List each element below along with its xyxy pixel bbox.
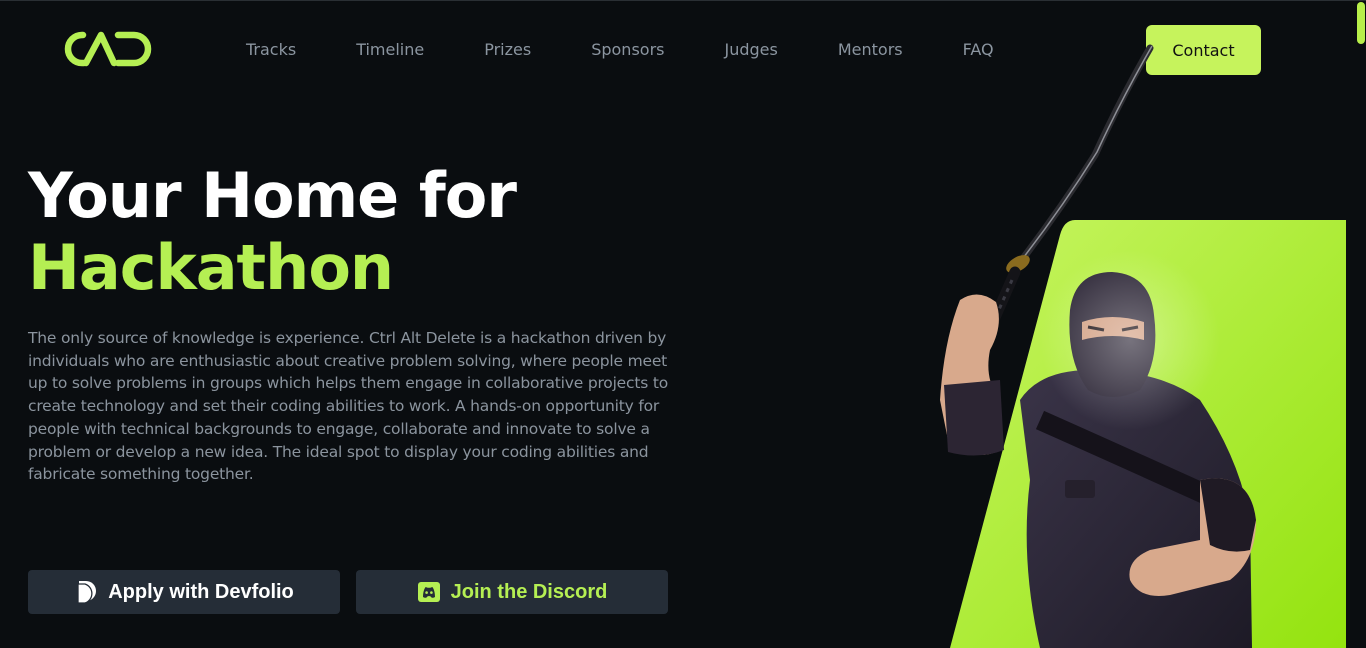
join-discord-button[interactable]: Join the Discord [356, 570, 668, 614]
hero-title-line1: Your Home for [28, 159, 517, 232]
nav-prizes[interactable]: Prizes [484, 40, 531, 59]
nav-sponsors[interactable]: Sponsors [591, 40, 664, 59]
apply-devfolio-button[interactable]: Apply with Devfolio [28, 570, 340, 614]
devfolio-icon [74, 580, 98, 604]
hero-title-line2: Hackathon [28, 231, 394, 304]
nav-judges[interactable]: Judges [724, 40, 777, 59]
window-top-border [0, 0, 1366, 1]
scrollbar-thumb[interactable] [1357, 2, 1365, 44]
discord-icon [417, 581, 441, 603]
nav-mentors[interactable]: Mentors [838, 40, 903, 59]
logo-icon [64, 31, 152, 67]
join-discord-label: Join the Discord [450, 580, 608, 603]
apply-devfolio-label: Apply with Devfolio [108, 580, 294, 603]
hero-title: Your Home for Hackathon [28, 159, 517, 304]
landing-page: Tracks Timeline Prizes Sponsors Judges M… [0, 0, 1366, 648]
ctrl-alt-delete-logo[interactable] [64, 30, 154, 68]
hero-description: The only source of knowledge is experien… [28, 329, 668, 484]
ninja-with-katana-illustration [900, 40, 1366, 648]
nav-timeline[interactable]: Timeline [356, 40, 424, 59]
nav-tracks[interactable]: Tracks [246, 40, 296, 59]
